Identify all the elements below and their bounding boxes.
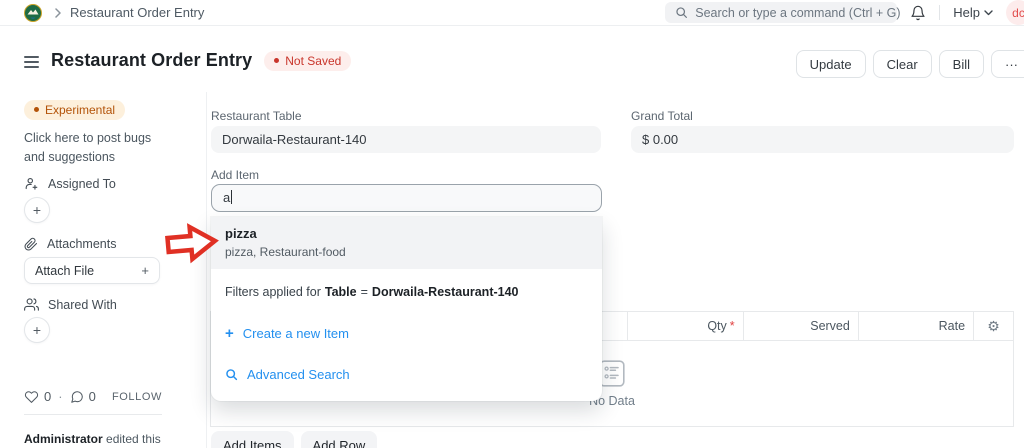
experimental-badge: Experimental (24, 99, 164, 120)
plus-icon: + (141, 263, 149, 278)
add-assignment-button[interactable]: + (24, 197, 50, 223)
add-item-input[interactable]: a (211, 184, 602, 212)
option-subtitle: pizza, Restaurant-food (225, 245, 346, 259)
add-row-button[interactable]: Add Row (300, 431, 378, 448)
more-actions-button[interactable]: ··· (991, 50, 1024, 78)
comment-icon[interactable] (70, 390, 84, 404)
chevron-down-icon (984, 9, 993, 16)
gear-icon: ⚙ (987, 318, 1000, 334)
document-follow-row: 0 · 0 FOLLOW (24, 389, 162, 404)
bill-button[interactable]: Bill (938, 50, 984, 78)
create-new-item-label: Create a new Item (242, 326, 349, 341)
clear-button[interactable]: Clear (872, 50, 932, 78)
no-data-list-icon (599, 360, 625, 387)
activity-user: Administrator (24, 432, 103, 446)
add-share-button[interactable]: + (24, 317, 50, 343)
shared-with-label: Shared With (48, 297, 117, 312)
advanced-search-link[interactable]: Advanced Search (211, 354, 602, 395)
update-button[interactable]: Update (795, 50, 866, 78)
breadcrumb[interactable]: Restaurant Order Entry (70, 5, 204, 20)
paperclip-icon (24, 237, 38, 251)
sidebar-main-divider (206, 92, 207, 448)
chevron-right-icon (54, 7, 62, 18)
header-actions: Update Clear Bill ··· (795, 50, 1024, 78)
text-caret (231, 190, 233, 204)
navbar: Restaurant Order Entry Search or type a … (0, 0, 1024, 26)
column-header-served: Served (742, 312, 858, 340)
follow-button[interactable]: FOLLOW (112, 391, 162, 403)
status-badge-label: Not Saved (285, 53, 342, 68)
grand-total-value: $ 0.00 (631, 126, 1014, 153)
filters-field: Table (324, 285, 357, 299)
attach-file-button[interactable]: Attach File + (24, 257, 160, 284)
add-items-button[interactable]: Add Items (211, 431, 294, 448)
search-icon (225, 368, 238, 381)
likes-count[interactable]: 0 (44, 389, 51, 404)
add-item-label: Add Item (211, 168, 260, 182)
activity-action: edited this (106, 432, 161, 446)
activity-footer: Administrator edited this (24, 432, 164, 446)
help-menu[interactable]: Help (953, 5, 993, 20)
search-icon (675, 6, 688, 19)
comments-count[interactable]: 0 (89, 389, 96, 404)
add-item-value: a (223, 190, 231, 205)
page-header: Restaurant Order Entry Not Saved Update … (24, 50, 1024, 80)
help-label: Help (953, 5, 980, 20)
restaurant-table-input[interactable]: Dorwaila-Restaurant-140 (211, 126, 601, 153)
separator: · (58, 389, 63, 404)
attachments-section: Attachments (24, 237, 164, 251)
advanced-search-label: Advanced Search (247, 367, 350, 382)
status-dot-icon (274, 58, 280, 63)
filters-equals: = (360, 285, 368, 299)
experimental-dot-icon (34, 107, 39, 112)
column-header-qty: Qty * (626, 312, 743, 340)
assign-user-plus-icon (24, 176, 39, 191)
filters-prefix: Filters applied for (225, 285, 321, 299)
grid-actions: Add Items Add Row (211, 431, 378, 448)
user-avatar[interactable]: dc (1006, 0, 1024, 25)
status-badge: Not Saved (264, 50, 352, 71)
heart-icon[interactable] (24, 390, 39, 404)
post-bugs-link[interactable]: Click here to post bugs and suggestions (24, 129, 166, 168)
plus-icon: + (225, 325, 234, 342)
search-placeholder: Search or type a command (Ctrl + G) (695, 5, 901, 20)
shared-with-section: Shared With (24, 297, 164, 312)
assigned-to-label: Assigned To (48, 176, 116, 191)
sidebar-toggle-icon[interactable] (24, 54, 39, 68)
attachments-label: Attachments (47, 237, 117, 251)
navbar-divider (939, 5, 941, 20)
option-title: pizza (225, 226, 257, 241)
filters-value: Dorwaila-Restaurant-140 (371, 285, 519, 299)
required-marker: * (729, 319, 735, 333)
restaurant-order-entry-screen: Restaurant Order Entry Search or type a … (0, 0, 1024, 448)
restaurant-table-label: Restaurant Table (211, 109, 302, 123)
attach-file-label: Attach File (35, 263, 95, 278)
add-item-dropdown: pizza pizza, Restaurant-food Filters app… (211, 217, 602, 401)
column-header-rate: Rate (857, 312, 973, 340)
grand-total-label: Grand Total (631, 109, 693, 123)
notifications-bell-icon[interactable] (910, 5, 926, 21)
shared-users-icon (24, 297, 39, 312)
navbar-right: Search or type a command (Ctrl + G) Help… (665, 0, 1024, 25)
create-new-item-link[interactable]: + Create a new Item (211, 313, 602, 354)
page-title: Restaurant Order Entry (51, 50, 253, 70)
app-logo-icon[interactable] (24, 3, 42, 22)
grid-settings-button[interactable]: ⚙ (973, 312, 1013, 340)
dropdown-option-pizza[interactable]: pizza pizza, Restaurant-food (211, 217, 602, 269)
sidebar-divider (24, 414, 162, 415)
assigned-to-section: Assigned To (24, 176, 164, 191)
red-annotation-arrow (164, 220, 220, 268)
experimental-label: Experimental (45, 102, 116, 117)
global-search-input[interactable]: Search or type a command (Ctrl + G) (665, 2, 901, 23)
filters-applied-note: Filters applied for Table = Dorwaila-Res… (211, 269, 602, 305)
